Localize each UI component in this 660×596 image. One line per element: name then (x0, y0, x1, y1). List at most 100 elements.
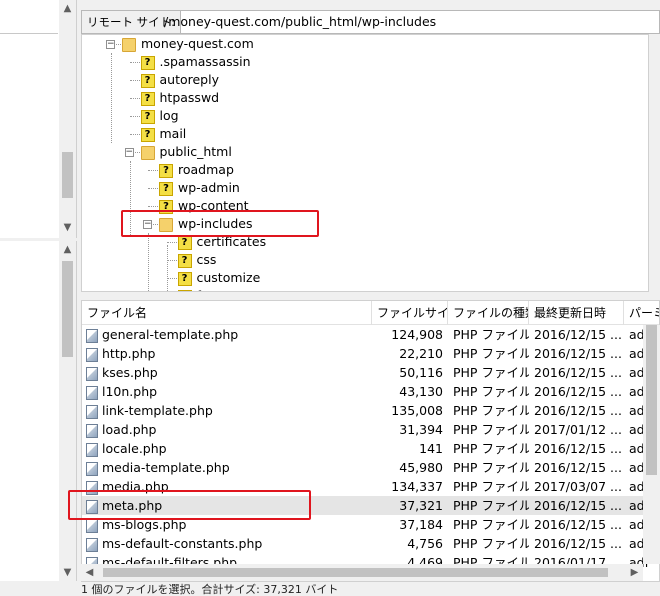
file-row[interactable]: media-template.php 45,980 PHP ファイル 2016/12/… (82, 458, 659, 477)
tree-item-css[interactable]: ? css (177, 251, 216, 269)
file-row[interactable]: link-template.php 135,008 PHP ファイル 2016/12/… (82, 401, 659, 420)
scroll-up-arrow-icon[interactable]: ▲ (59, 0, 76, 17)
php-file-icon (86, 461, 98, 476)
scroll-thumb[interactable] (62, 152, 73, 198)
folder-icon (122, 37, 136, 52)
unknown-folder-icon: ? (140, 91, 155, 106)
tree-item-customize[interactable]: ? customize (177, 269, 260, 287)
remote-site-path-input[interactable]: /money-quest.com/public_html/wp-includes (164, 11, 436, 33)
tree-item-money-quest-com[interactable]: money-quest.com (122, 35, 254, 53)
scroll-right-arrow-icon[interactable]: ▶ (626, 564, 643, 581)
php-file-icon (86, 347, 98, 362)
tree-item-label: autoreply (159, 72, 220, 87)
tree-item-htpasswd[interactable]: ? htpasswd (140, 89, 220, 107)
column-header-size[interactable]: ファイルサイズ (372, 301, 448, 325)
file-type: PHP ファイル (453, 346, 529, 361)
unknown-folder-icon: ? (177, 289, 192, 291)
local-tree-scrollbar[interactable]: ▲ ▼ (59, 0, 76, 238)
tree-item-public-html[interactable]: public_html (140, 143, 232, 161)
status-bar-text: 1 個のファイルを選択。合計サイズ: 37,321 バイト (81, 583, 339, 596)
file-size: 45,980 (399, 460, 443, 475)
tree-item-label: .spamassassin (159, 54, 251, 69)
file-size: 31,394 (399, 422, 443, 437)
file-row[interactable]: l10n.php 43,130 PHP ファイル 2016/12/15 ... adf (82, 382, 659, 401)
tree-item-label: mail (159, 126, 187, 141)
file-type: PHP ファイル (453, 384, 529, 399)
file-name: kses.php (86, 363, 372, 382)
remote-file-list[interactable]: ファイル名 ファイルサイズ ファイルの種類 最終更新日時 パーミッション ^ g… (81, 300, 660, 582)
tree-guide-line (166, 245, 168, 291)
local-list-scrollbar[interactable]: ▲ ▼ (59, 241, 76, 581)
tree-item-label: money-quest.com (141, 36, 254, 51)
file-size: 135,008 (391, 403, 443, 418)
file-name-label: link-template.php (102, 403, 213, 418)
unknown-folder-icon: ? (140, 55, 155, 70)
file-row[interactable]: locale.php 141 PHP ファイル 2016/12/15 ... adf (82, 439, 659, 458)
tree-item-label: wp-admin (178, 180, 240, 195)
tree-item-label: log (159, 108, 179, 123)
scroll-thumb[interactable] (646, 325, 657, 475)
scroll-thumb[interactable] (103, 568, 608, 577)
tree-connector (148, 206, 158, 207)
column-header-type[interactable]: ファイルの種類 (448, 301, 529, 325)
file-type: PHP ファイル (453, 536, 529, 551)
file-row[interactable]: kses.php 50,116 PHP ファイル 2016/12/15 ... adf (82, 363, 659, 382)
file-row[interactable]: load.php 31,394 PHP ファイル 2017/01/12 ... adf (82, 420, 659, 439)
tree-item-roadmap[interactable]: ? roadmap (159, 161, 234, 179)
file-modified: 2016/12/15 ... (534, 498, 622, 513)
file-size: 43,130 (399, 384, 443, 399)
unknown-folder-icon: ? (177, 253, 192, 268)
local-directory-tree[interactable]: ▲ ▼ (0, 0, 77, 238)
file-list-vertical-scrollbar[interactable] (643, 325, 660, 564)
tree-item-log[interactable]: ? log (140, 107, 179, 125)
column-header-permission[interactable]: パーミッション (624, 301, 659, 325)
file-name-label: kses.php (102, 365, 158, 380)
tree-item-label: htpasswd (159, 90, 220, 105)
file-size: 4,756 (407, 536, 443, 551)
collapse-toggle-icon[interactable]: − (106, 40, 115, 49)
scroll-down-arrow-icon[interactable]: ▼ (59, 219, 76, 236)
file-name: load.php (86, 420, 372, 439)
file-name: media-template.php (86, 458, 372, 477)
remote-site-address-bar[interactable]: リモート サイト: /money-quest.com/public_html/w… (81, 10, 660, 34)
scroll-down-arrow-icon[interactable]: ▼ (59, 564, 76, 581)
file-modified: 2016/12/15 ... (534, 327, 622, 342)
unknown-folder-icon: ? (177, 271, 192, 286)
file-name-label: ms-default-constants.php (102, 536, 263, 551)
unknown-folder-icon: ? (140, 109, 155, 124)
scroll-up-arrow-icon[interactable]: ▲ (59, 241, 76, 258)
scroll-left-arrow-icon[interactable]: ◀ (81, 564, 98, 581)
file-size: 141 (419, 441, 443, 456)
php-file-icon (86, 366, 98, 381)
column-header-modified[interactable]: 最終更新日時 (529, 301, 624, 325)
collapse-toggle-icon[interactable]: − (124, 148, 134, 157)
file-list-horizontal-scrollbar[interactable]: ◀ ▶ (81, 564, 643, 581)
file-type: PHP ファイル (453, 441, 529, 456)
file-name: link-template.php (86, 401, 372, 420)
meta-php-highlight-box (68, 490, 311, 520)
scroll-thumb[interactable] (62, 261, 73, 357)
file-name: ms-default-constants.php (86, 534, 372, 553)
tree-item-autoreply[interactable]: ? autoreply (140, 71, 220, 89)
tree-connector (166, 242, 177, 243)
file-row[interactable]: http.php 22,210 PHP ファイル 2016/12/15 ... adf (82, 344, 659, 363)
tree-item-spamassassin[interactable]: ? .spamassassin (140, 53, 251, 71)
tree-item-mail[interactable]: ? mail (140, 125, 187, 143)
tree-item-wp-admin[interactable]: ? wp-admin (159, 179, 240, 197)
tree-item-fonts[interactable]: ? fonts (177, 287, 228, 291)
unknown-folder-icon: ? (140, 73, 155, 88)
local-file-list[interactable]: ▲ ▼ (0, 241, 77, 581)
file-row[interactable]: general-template.php 124,908 PHP ファイル 2016/… (82, 325, 659, 344)
file-row[interactable]: ms-default-constants.php 4,756 PHP ファイル 201… (82, 534, 659, 553)
php-file-icon (86, 328, 98, 343)
tree-item-label: fonts (197, 288, 228, 291)
wp-includes-highlight-box (121, 210, 319, 237)
file-type: PHP ファイル (453, 517, 529, 532)
folder-icon (140, 145, 155, 160)
file-type: PHP ファイル (453, 327, 529, 342)
remote-directory-tree[interactable]: ▼ money-quest.com−?.spamassassin?autorep… (81, 34, 649, 292)
file-type: PHP ファイル (453, 403, 529, 418)
tree-connector (166, 260, 177, 261)
file-type: PHP ファイル (453, 498, 529, 513)
file-modified: 2016/12/15 ... (534, 517, 622, 532)
